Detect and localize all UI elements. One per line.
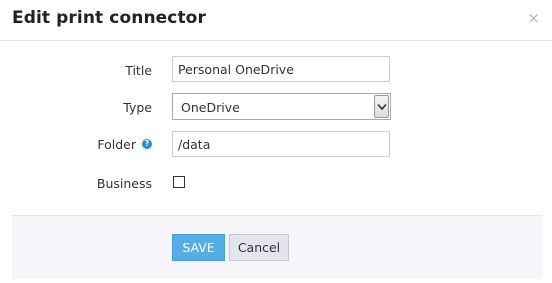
type-label: Type: [123, 100, 152, 115]
business-checkbox[interactable]: [173, 176, 185, 188]
dialog-title: Edit print connector: [12, 8, 206, 28]
type-select-value: OneDrive: [181, 100, 240, 115]
title-label: Title: [125, 63, 152, 78]
folder-input[interactable]: [172, 131, 390, 157]
title-input[interactable]: [172, 56, 390, 82]
chevron-down-icon: [377, 103, 387, 111]
save-button[interactable]: SAVE: [172, 234, 225, 261]
business-label: Business: [96, 176, 152, 191]
cancel-button[interactable]: Cancel: [229, 234, 289, 261]
folder-label: Folder: [97, 137, 136, 152]
edit-print-connector-dialog: Edit print connector × Title Type OneDri…: [0, 0, 552, 283]
help-icon[interactable]: ?: [142, 139, 152, 149]
close-icon[interactable]: ×: [527, 9, 540, 27]
type-select-button[interactable]: [374, 95, 389, 118]
type-select[interactable]: OneDrive: [172, 93, 391, 120]
dialog-header: Edit print connector ×: [0, 0, 552, 41]
